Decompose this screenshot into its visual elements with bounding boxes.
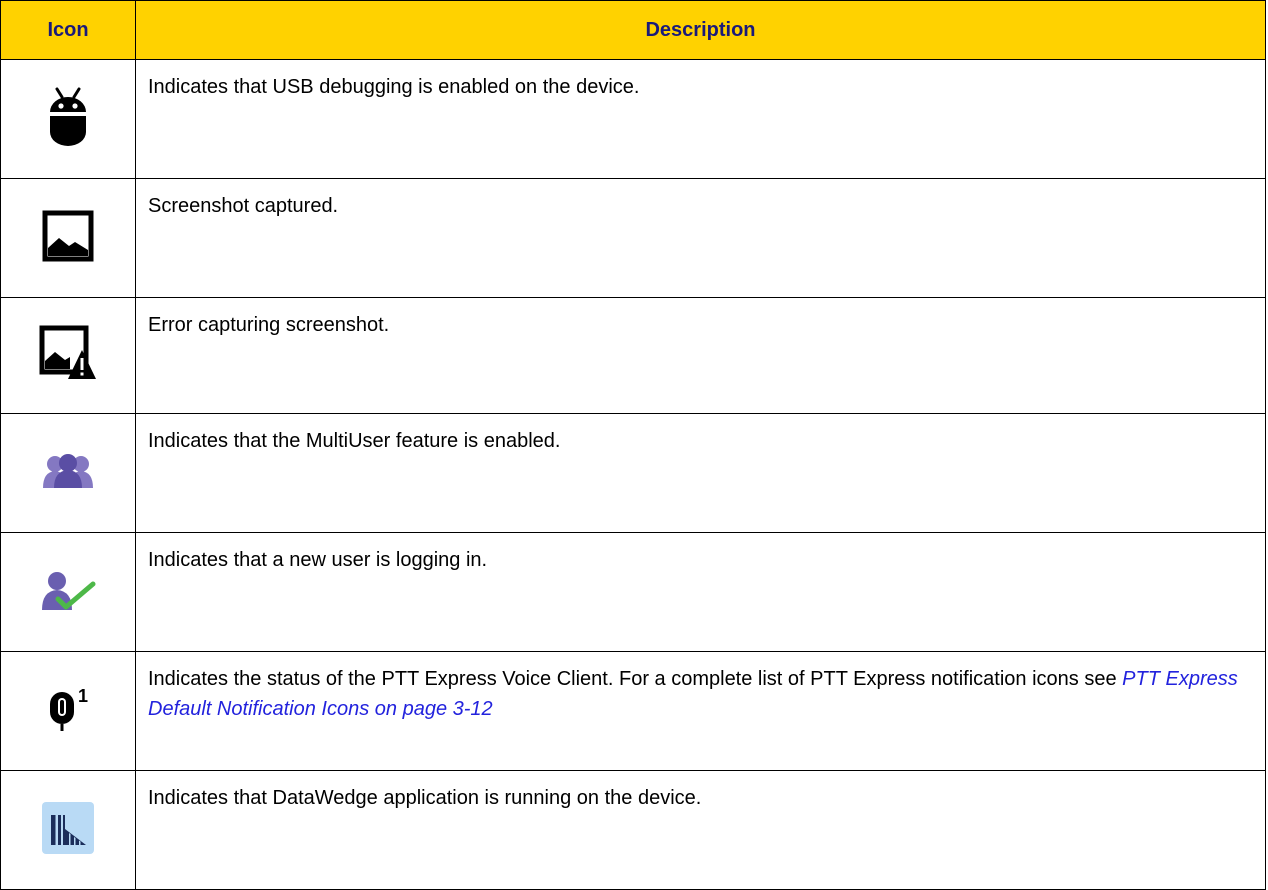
icon-cell <box>0 59 136 179</box>
user-login-icon <box>40 570 96 610</box>
table-row: Error capturing screenshot. <box>0 297 1266 414</box>
icon-description-table: Icon Description Indicates that USB debu… <box>0 0 1266 890</box>
description-cell: Error capturing screenshot. <box>135 297 1266 414</box>
description-text: Indicates the status of the PTT Express … <box>148 668 1123 690</box>
description-cell: Indicates that USB debugging is enabled … <box>135 59 1266 179</box>
icon-column-header: Icon <box>0 0 136 60</box>
ptt-express-icon: 1 <box>48 686 88 732</box>
multiuser-icon <box>42 453 94 488</box>
description-cell: Indicates the status of the PTT Express … <box>135 651 1266 771</box>
description-column-header: Description <box>135 0 1266 60</box>
icon-cell <box>0 532 136 652</box>
table-header-row: Icon Description <box>0 0 1266 60</box>
table-row: 1 Indicates the status of the PTT Expres… <box>0 651 1266 771</box>
screenshot-error-icon <box>39 325 97 381</box>
description-cell: Indicates that DataWedge application is … <box>135 770 1266 890</box>
datawedge-icon <box>42 801 94 854</box>
description-cell: Indicates that a new user is logging in. <box>135 532 1266 652</box>
screenshot-captured-icon <box>42 210 94 262</box>
table-row: Screenshot captured. <box>0 178 1266 298</box>
icon-cell <box>0 413 136 533</box>
icon-cell <box>0 297 136 414</box>
table-row: Indicates that a new user is logging in. <box>0 532 1266 652</box>
description-cell: Screenshot captured. <box>135 178 1266 298</box>
table-row: Indicates that DataWedge application is … <box>0 770 1266 890</box>
icon-cell <box>0 770 136 890</box>
table-row: Indicates that the MultiUser feature is … <box>0 413 1266 533</box>
table-row: Indicates that USB debugging is enabled … <box>0 59 1266 179</box>
description-cell: Indicates that the MultiUser feature is … <box>135 413 1266 533</box>
android-debug-icon <box>48 86 88 148</box>
icon-cell <box>0 178 136 298</box>
icon-superscript: 1 <box>77 686 88 706</box>
icon-cell: 1 <box>0 651 136 771</box>
